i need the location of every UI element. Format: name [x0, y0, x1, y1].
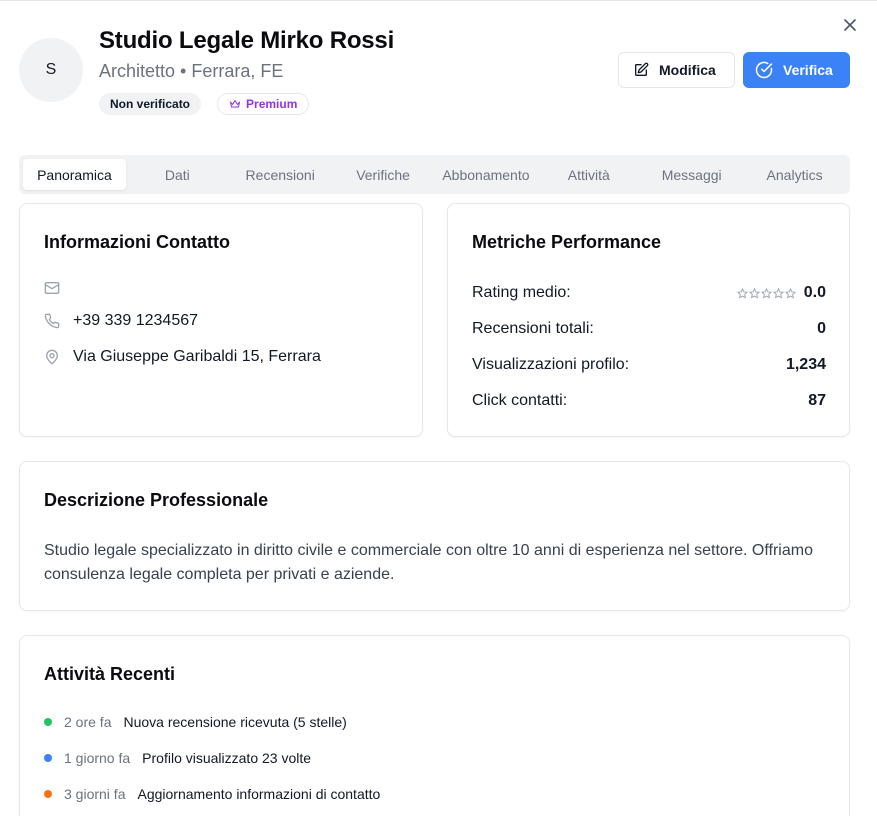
status-dot-green	[44, 718, 52, 726]
star-icon	[784, 287, 796, 299]
metric-rating-value-group: 0.0	[736, 284, 826, 302]
description-text: Studio legale specializzato in diritto c…	[44, 542, 813, 583]
activity-time: 2 ore fa	[64, 714, 112, 730]
star-icon	[748, 287, 760, 299]
edit-button-label: Modifica	[659, 62, 716, 78]
close-icon	[844, 19, 856, 31]
premium-badge-label: Premium	[246, 97, 298, 111]
star-icon	[772, 287, 784, 299]
tab-abbonamento[interactable]: Abbonamento	[435, 159, 538, 190]
tab-messaggi[interactable]: Messaggi	[640, 159, 743, 190]
tab-panoramica[interactable]: Panoramica	[23, 159, 126, 190]
page-title: Studio Legale Mirko Rossi	[99, 27, 395, 54]
premium-badge: Premium	[217, 93, 310, 115]
tab-verifiche[interactable]: Verifiche	[332, 159, 435, 190]
status-dot-orange	[44, 790, 52, 798]
metric-views-label: Visualizzazioni profilo:	[472, 356, 630, 373]
verify-button-label: Verifica	[783, 62, 833, 78]
metric-views-row: Visualizzazioni profilo: 1,234	[472, 356, 826, 374]
metric-clicks-label: Click contatti:	[472, 392, 568, 409]
edit-icon	[635, 62, 649, 76]
metric-rating-value: 0.0	[803, 284, 826, 301]
phone-icon	[44, 313, 60, 329]
metric-reviews-value: 0	[817, 320, 826, 337]
contact-phone-row: +39 339 1234567	[44, 312, 198, 330]
professional-detail-modal: S Studio Legale Mirko Rossi Architetto •…	[0, 0, 877, 816]
contact-card: Informazioni Contatto +39 339 1234567 Vi…	[19, 203, 423, 437]
contact-email-row	[44, 280, 73, 296]
activity-card-title: Attività Recenti	[44, 664, 176, 684]
contact-address: Via Giuseppe Garibaldi 15, Ferrara	[73, 348, 321, 365]
metric-reviews-row: Recensioni totali: 0	[472, 320, 826, 338]
metric-rating-label: Rating medio:	[472, 284, 571, 301]
avatar: S	[19, 38, 83, 102]
tab-bar: Panoramica Dati Recensioni Verifiche Abb…	[19, 155, 850, 194]
metric-clicks-row: Click contatti: 87	[472, 392, 826, 410]
status-badge: Non verificato	[99, 93, 202, 115]
close-button[interactable]	[840, 15, 860, 35]
verify-button[interactable]: Verifica	[743, 52, 850, 88]
activity-card: Attività Recenti 2 ore fa Nuova recensio…	[19, 635, 850, 816]
activity-text: Profilo visualizzato 23 volte	[142, 750, 312, 766]
contact-card-title: Informazioni Contatto	[44, 232, 230, 252]
contact-address-row: Via Giuseppe Garibaldi 15, Ferrara	[44, 348, 321, 366]
contact-phone[interactable]: +39 339 1234567	[73, 312, 198, 330]
metrics-card: Metriche Performance Rating medio: 0.0 R…	[447, 203, 850, 437]
page-subtitle: Architetto • Ferrara, FE	[99, 61, 284, 81]
tab-recensioni[interactable]: Recensioni	[229, 159, 332, 190]
rating-stars	[736, 287, 796, 299]
activity-time: 3 giorni fa	[64, 786, 126, 802]
star-icon	[736, 287, 748, 299]
check-circle-icon	[755, 61, 773, 79]
metric-clicks-value: 87	[808, 392, 826, 409]
activity-item: 1 giorno fa Profilo visualizzato 23 volt…	[44, 750, 311, 766]
description-card-title: Descrizione Professionale	[44, 490, 269, 510]
activity-item: 3 giorni fa Aggiornamento informazioni d…	[44, 786, 380, 802]
description-card: Descrizione Professionale Studio legale …	[19, 461, 850, 611]
badge-group: Non verificato Premium	[99, 93, 310, 115]
metric-rating-row: Rating medio: 0.0	[472, 284, 826, 302]
metric-reviews-label: Recensioni totali:	[472, 320, 594, 337]
mail-icon	[44, 280, 60, 296]
activity-time: 1 giorno fa	[64, 750, 131, 766]
map-pin-icon	[44, 349, 60, 365]
tab-analytics[interactable]: Analytics	[743, 159, 846, 190]
metrics-card-title: Metriche Performance	[472, 232, 662, 252]
status-dot-blue	[44, 754, 52, 762]
tab-attivita[interactable]: Attività	[537, 159, 640, 190]
activity-text: Aggiornamento informazioni di contatto	[137, 786, 381, 802]
activity-text: Nuova recensione ricevuta (5 stelle)	[123, 714, 347, 730]
activity-item: 2 ore fa Nuova recensione ricevuta (5 st…	[44, 714, 347, 730]
crown-icon	[230, 100, 241, 108]
edit-button[interactable]: Modifica	[618, 52, 735, 88]
metric-views-value: 1,234	[785, 356, 826, 373]
star-icon	[760, 287, 772, 299]
tab-dati[interactable]: Dati	[126, 159, 229, 190]
